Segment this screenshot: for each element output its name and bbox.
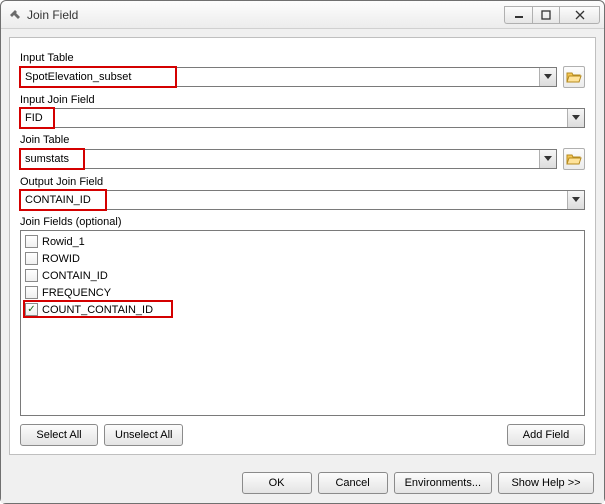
join-fields-listbox[interactable]: Rowid_1 ROWID CONTAIN_ID FREQUENCY COUNT_CON… [20, 230, 585, 416]
output-join-field-label: Output Join Field [20, 176, 585, 188]
chevron-down-icon[interactable] [567, 191, 584, 209]
chevron-down-icon[interactable] [539, 68, 556, 86]
input-join-field-select[interactable]: FID [20, 108, 585, 128]
minimize-button[interactable] [504, 6, 532, 24]
join-table-select[interactable]: sumstats [20, 149, 557, 169]
checkbox[interactable] [25, 303, 38, 316]
window-controls [504, 6, 600, 24]
chevron-down-icon[interactable] [567, 109, 584, 127]
list-item-label: FREQUENCY [42, 287, 111, 299]
list-item[interactable]: ROWID [25, 250, 580, 267]
browse-join-table-button[interactable] [563, 148, 585, 170]
titlebar[interactable]: Join Field [1, 1, 604, 29]
show-help-button[interactable]: Show Help >> [498, 472, 594, 494]
list-item-label: CONTAIN_ID [42, 270, 108, 282]
environments-button[interactable]: Environments... [394, 472, 492, 494]
cancel-button[interactable]: Cancel [318, 472, 388, 494]
chevron-down-icon[interactable] [539, 150, 556, 168]
join-table-value: sumstats [21, 150, 539, 168]
ok-button[interactable]: OK [242, 472, 312, 494]
list-item[interactable]: Rowid_1 [25, 233, 580, 250]
output-join-field-select[interactable]: CONTAIN_ID [20, 190, 585, 210]
join-table-label: Join Table [20, 134, 585, 146]
list-item-label: COUNT_CONTAIN_ID [42, 304, 153, 316]
unselect-all-button[interactable]: Unselect All [104, 424, 183, 446]
list-item[interactable]: CONTAIN_ID [25, 267, 580, 284]
add-field-button[interactable]: Add Field [507, 424, 585, 446]
output-join-field-value: CONTAIN_ID [21, 191, 567, 209]
checkbox[interactable] [25, 269, 38, 282]
folder-open-icon [566, 70, 582, 84]
close-button[interactable] [560, 6, 600, 24]
join-field-dialog: Join Field Input Table SpotElevation_sub… [0, 0, 605, 504]
dialog-footer: OK Cancel Environments... Show Help >> [1, 463, 604, 503]
checkbox[interactable] [25, 286, 38, 299]
join-fields-label: Join Fields (optional) [20, 216, 585, 228]
checkbox[interactable] [25, 235, 38, 248]
checkbox[interactable] [25, 252, 38, 265]
dialog-body: Input Table SpotElevation_subset Input [9, 37, 596, 455]
maximize-button[interactable] [532, 6, 560, 24]
list-item-label: Rowid_1 [42, 236, 85, 248]
hammer-icon [7, 7, 23, 23]
list-item-label: ROWID [42, 253, 80, 265]
input-table-select[interactable]: SpotElevation_subset [20, 67, 557, 87]
input-table-value: SpotElevation_subset [21, 68, 539, 86]
window-title: Join Field [27, 8, 504, 22]
list-item[interactable]: COUNT_CONTAIN_ID [25, 301, 580, 318]
input-join-field-label: Input Join Field [20, 94, 585, 106]
browse-input-table-button[interactable] [563, 66, 585, 88]
input-join-field-value: FID [21, 109, 567, 127]
input-table-label: Input Table [20, 52, 585, 64]
select-all-button[interactable]: Select All [20, 424, 98, 446]
folder-open-icon [566, 152, 582, 166]
list-item[interactable]: FREQUENCY [25, 284, 580, 301]
